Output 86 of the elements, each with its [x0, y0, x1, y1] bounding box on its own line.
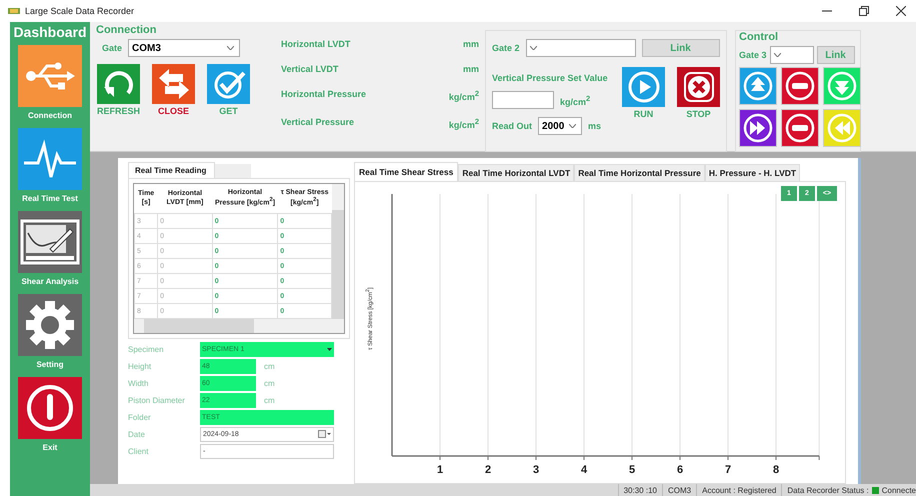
- sidebar-item[interactable]: Connection: [18, 45, 82, 120]
- tick-label: 6: [676, 464, 684, 476]
- cross-icon: [682, 70, 716, 104]
- field-label: Vertical Pressure Set Value: [492, 73, 609, 83]
- minus-circle-icon: [785, 71, 815, 101]
- field-label: Specimen: [128, 344, 165, 354]
- control-button[interactable]: [781, 67, 819, 105]
- swap-arrows-icon: [156, 67, 190, 101]
- tick-label: 4: [580, 464, 588, 476]
- chevron-icon: [774, 53, 781, 57]
- unit-label: kg/cm$^{2}$: [448, 89, 479, 102]
- unit-label: kg/cm$^{2}$: [560, 94, 590, 106]
- reading-label: Vertical LVDT: [281, 64, 338, 74]
- window-title: Large Scale Data Recorder: [25, 6, 134, 16]
- readout-dropdown[interactable]: 2000: [538, 117, 582, 135]
- fast-forward-icon: [743, 113, 773, 143]
- group-title: Connection: [96, 24, 158, 36]
- minus-circle-icon: [785, 113, 815, 143]
- sidebar-item[interactable]: Setting: [18, 294, 82, 369]
- rewind-icon: [827, 113, 857, 143]
- scrollbar[interactable]: [133, 319, 345, 334]
- field-label: Client: [128, 446, 150, 456]
- gate-dropdown[interactable]: COM3: [128, 39, 240, 57]
- field-label: Width: [128, 378, 150, 388]
- field-label: Read Out: [492, 121, 532, 131]
- unit-label: cm: [264, 362, 275, 371]
- control-button[interactable]: [781, 109, 819, 147]
- status-text: 30:30 :10: [618, 484, 662, 496]
- group-title: Control: [739, 31, 780, 43]
- gate-dropdown[interactable]: [526, 39, 636, 57]
- restore-icon[interactable]: [859, 6, 869, 16]
- chevron-icon: [227, 46, 234, 50]
- app-icon: [8, 8, 20, 14]
- reading-label: Horizontal Pressure: [281, 89, 366, 101]
- sidebar-item[interactable]: Real Time Test: [18, 128, 82, 203]
- sidebar-item[interactable]: Shear Analysis: [18, 211, 82, 286]
- chevron-icon: [569, 124, 576, 128]
- field-label: Piston Diameter: [128, 396, 186, 405]
- unit-label: mm: [462, 64, 479, 74]
- unit-label: kg/cm$^{2}$: [448, 117, 479, 130]
- calendar-icon: [318, 430, 331, 438]
- unit-label: ms: [588, 121, 602, 131]
- field-label: Folder: [128, 412, 152, 422]
- pulse-icon: [24, 139, 76, 179]
- tab[interactable]: Real Time Reading: [128, 162, 216, 178]
- close-icon[interactable]: [896, 6, 906, 16]
- play-icon: [626, 70, 660, 104]
- sidebar-item[interactable]: Exit: [18, 377, 82, 452]
- dropdown-arrow-icon: [327, 348, 332, 351]
- status-text: Account : Registered: [696, 484, 782, 496]
- control-button[interactable]: [739, 67, 777, 105]
- tick-label: 7: [724, 464, 732, 476]
- gear-icon: [25, 300, 75, 350]
- tick-label: 8: [772, 464, 780, 476]
- tab[interactable]: Real Time Horizontal LVDT: [458, 164, 574, 181]
- unit-label: cm: [264, 396, 275, 405]
- link-button[interactable]: Link: [816, 46, 855, 64]
- tick-label: 3: [532, 464, 540, 476]
- gate-dropdown[interactable]: [770, 46, 814, 64]
- chevron-icon: [530, 46, 537, 50]
- tick-label: 1: [436, 464, 444, 476]
- link-button[interactable]: Link: [642, 39, 720, 57]
- field-label: Gate: [102, 43, 122, 53]
- status-text: Connecte: [882, 486, 916, 494]
- field-label: Date: [128, 430, 146, 439]
- power-icon: [25, 383, 75, 433]
- sidebar-title: Dashboard: [13, 24, 87, 40]
- field-label: Gate 2: [492, 43, 520, 53]
- chart-pen-icon: [20, 219, 80, 265]
- input-field[interactable]: [492, 91, 554, 109]
- tab[interactable]: H. Pressure - H. LVDT: [704, 164, 800, 181]
- scrollbar[interactable]: [332, 184, 344, 320]
- tick-label: 2: [484, 464, 492, 476]
- control-button[interactable]: [739, 109, 777, 147]
- tab[interactable]: Real Time Shear Stress: [354, 162, 458, 181]
- status-label: Data Recorder Status :: [787, 486, 869, 494]
- status-text: COM3: [662, 484, 696, 496]
- unit-label: mm: [462, 39, 479, 49]
- reading-label: Horizontal LVDT: [281, 39, 350, 49]
- unit-label: cm: [264, 378, 275, 388]
- tick-label: 5: [628, 464, 636, 476]
- field-label: Height: [128, 362, 152, 371]
- field-label: Gate 3: [739, 50, 767, 60]
- tab[interactable]: Real Time Horizontal Pressure: [574, 164, 705, 181]
- reading-label: Vertical Pressure: [281, 117, 354, 129]
- usb-icon: [25, 61, 75, 91]
